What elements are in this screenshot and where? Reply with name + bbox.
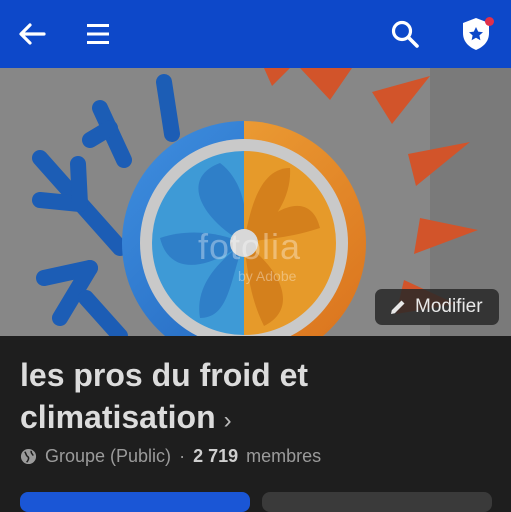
admin-tools-button[interactable]: [454, 0, 498, 68]
back-button[interactable]: [12, 0, 52, 68]
search-button[interactable]: [384, 0, 426, 68]
globe-icon: [20, 448, 37, 465]
group-title: les pros du froid et climatisation: [20, 357, 309, 435]
group-meta: Groupe (Public) · 2 719 membres: [20, 446, 321, 467]
menu-button[interactable]: [78, 0, 118, 68]
group-title-link[interactable]: les pros du froid et climatisation ›: [20, 354, 490, 442]
chevron-right-icon: ›: [223, 407, 232, 434]
watermark-subtext: by Adobe: [238, 268, 297, 284]
group-visibility: Groupe (Public): [45, 446, 172, 466]
search-icon: [391, 20, 419, 48]
secondary-action-button[interactable]: [262, 492, 492, 512]
member-count: 2 719: [193, 446, 239, 466]
group-info-section: les pros du froid et climatisation › Grou…: [0, 336, 511, 512]
edit-cover-button[interactable]: Modifier: [375, 289, 499, 325]
pencil-icon: [391, 300, 405, 314]
member-label: membres: [246, 446, 322, 466]
primary-action-button[interactable]: [20, 492, 250, 512]
meta-separator: ·: [179, 446, 186, 466]
hamburger-icon: [87, 24, 109, 44]
top-app-bar: [0, 0, 511, 68]
group-cover-photo[interactable]: fotolia by Adobe Modifier: [0, 68, 511, 336]
edit-button-label: Modifier: [415, 296, 483, 317]
watermark-text: fotolia: [198, 226, 302, 267]
notification-dot: [485, 17, 494, 26]
arrow-left-icon: [19, 23, 46, 45]
